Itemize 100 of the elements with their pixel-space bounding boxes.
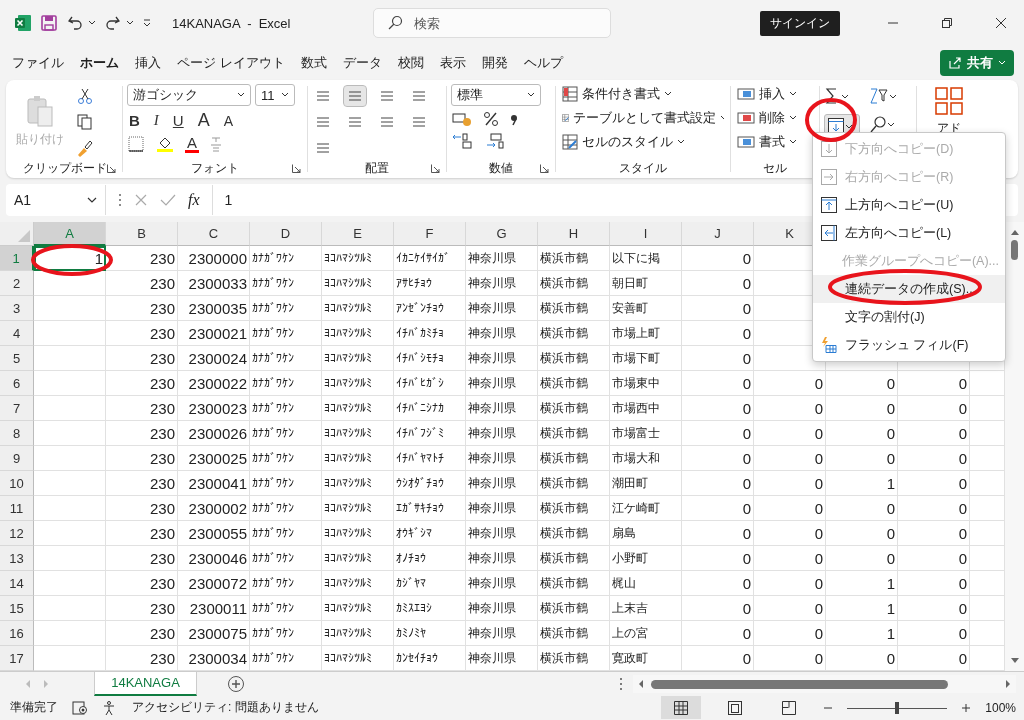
next-sheet-icon[interactable] (42, 679, 50, 689)
table-cell[interactable]: 市場上町 (610, 321, 682, 346)
share-button[interactable]: 共有 (940, 50, 1014, 76)
table-cell[interactable]: 上末吉 (610, 596, 682, 621)
table-cell[interactable] (34, 521, 106, 546)
table-cell[interactable]: 横浜市鶴 (538, 596, 610, 621)
row-header[interactable]: 7 (0, 396, 34, 421)
table-cell[interactable]: ﾖｺﾊﾏｼﾂﾙﾐ (322, 296, 394, 321)
caret-icon[interactable] (88, 20, 96, 26)
table-cell[interactable]: 230 (106, 571, 178, 596)
table-cell[interactable]: 0 (826, 446, 898, 471)
table-cell[interactable]: 横浜市鶴 (538, 621, 610, 646)
row-header[interactable]: 12 (0, 521, 34, 546)
table-cell[interactable]: ｶﾅｶﾞﾜｹﾝ (250, 546, 322, 571)
table-cell[interactable]: ｲﾁﾊﾞｶﾐﾁｮ (394, 321, 466, 346)
table-cell[interactable]: 230 (106, 421, 178, 446)
currency-icon[interactable] (451, 110, 473, 128)
table-cell[interactable]: 神奈川県 (466, 296, 538, 321)
font-name-dropdown[interactable]: 游ゴシック (127, 84, 251, 106)
save-icon[interactable] (40, 14, 58, 32)
italic-button[interactable]: I (151, 112, 161, 129)
previous-sheet-icon[interactable] (24, 679, 32, 689)
table-cell[interactable]: ｶｼﾞﾔﾏ (394, 571, 466, 596)
vertical-scrollbar[interactable] (1005, 222, 1024, 671)
table-cell[interactable] (34, 571, 106, 596)
table-cell[interactable]: ｶﾅｶﾞﾜｹﾝ (250, 321, 322, 346)
spreadsheet-logo-icon[interactable] (14, 14, 32, 32)
table-cell[interactable]: ｶﾅｶﾞﾜｹﾝ (250, 396, 322, 421)
table-cell[interactable]: 0 (754, 471, 826, 496)
table-cell[interactable] (34, 596, 106, 621)
zoom-slider[interactable] (847, 700, 948, 715)
table-cell[interactable]: 0 (682, 396, 754, 421)
row-header[interactable]: 16 (0, 621, 34, 646)
table-cell[interactable]: 0 (898, 521, 970, 546)
table-cell[interactable]: 上の宮 (610, 621, 682, 646)
column-header[interactable]: C (178, 222, 250, 246)
dialog-launcher-icon[interactable] (292, 164, 301, 173)
table-cell[interactable]: 神奈川県 (466, 271, 538, 296)
table-cell[interactable]: 安善町 (610, 296, 682, 321)
table-cell[interactable]: 扇島 (610, 521, 682, 546)
table-cell[interactable]: ﾖｺﾊﾏｼﾂﾙﾐ (322, 246, 394, 271)
column-header[interactable]: E (322, 222, 394, 246)
middle-align-icon[interactable] (344, 86, 366, 106)
table-cell[interactable] (34, 321, 106, 346)
table-cell[interactable]: 市場富士 (610, 421, 682, 446)
table-cell[interactable]: 市場下町 (610, 346, 682, 371)
table-cell[interactable]: ｶﾅｶﾞﾜｹﾝ (250, 471, 322, 496)
search-field[interactable]: 検索 (372, 8, 611, 38)
table-cell[interactable]: 横浜市鶴 (538, 421, 610, 446)
table-cell[interactable]: 0 (682, 621, 754, 646)
table-cell[interactable]: 神奈川県 (466, 396, 538, 421)
cells-menu-button[interactable]: 挿入 (735, 84, 815, 104)
table-cell[interactable]: ﾖｺﾊﾏｼﾂﾙﾐ (322, 621, 394, 646)
table-cell[interactable]: 0 (682, 496, 754, 521)
table-cell[interactable]: 2300046 (178, 546, 250, 571)
table-cell[interactable]: 230 (106, 246, 178, 271)
table-cell[interactable] (34, 296, 106, 321)
table-cell[interactable]: 横浜市鶴 (538, 546, 610, 571)
font-size-dropdown[interactable]: 11 (255, 84, 295, 106)
table-cell[interactable]: ﾖｺﾊﾏｼﾂﾙﾐ (322, 521, 394, 546)
active-cell[interactable]: 1 (34, 246, 106, 271)
add-sheet-icon[interactable] (227, 675, 245, 693)
table-cell[interactable]: 2300072 (178, 571, 250, 596)
table-cell[interactable]: 神奈川県 (466, 596, 538, 621)
caret-icon[interactable] (126, 20, 134, 26)
table-cell[interactable]: 230 (106, 271, 178, 296)
table-cell[interactable]: 神奈川県 (466, 246, 538, 271)
style-menu-button[interactable]: セルのスタイル (560, 132, 726, 152)
table-cell[interactable]: 0 (682, 596, 754, 621)
table-cell[interactable]: 朝日町 (610, 271, 682, 296)
table-cell[interactable]: ｶﾅｶﾞﾜｹﾝ (250, 346, 322, 371)
table-cell[interactable]: 0 (754, 621, 826, 646)
table-cell[interactable]: 0 (826, 521, 898, 546)
table-cell[interactable]: ﾖｺﾊﾏｼﾂﾙﾐ (322, 371, 394, 396)
table-cell[interactable]: 0 (826, 546, 898, 571)
ribbon-tab[interactable]: 校閲 (389, 48, 432, 78)
table-cell[interactable]: ｳｼｵﾀﾞﾁｮｳ (394, 471, 466, 496)
column-header[interactable]: H (538, 222, 610, 246)
table-cell[interactable]: 神奈川県 (466, 571, 538, 596)
table-cell[interactable]: 0 (898, 546, 970, 571)
table-cell[interactable]: 市場西中 (610, 396, 682, 421)
table-cell[interactable]: 0 (826, 421, 898, 446)
table-cell[interactable]: 2300026 (178, 421, 250, 446)
table-cell[interactable]: 230 (106, 596, 178, 621)
table-cell[interactable]: 0 (682, 246, 754, 271)
insert-function-button[interactable]: fx (188, 191, 200, 209)
table-cell[interactable]: 0 (754, 521, 826, 546)
row-header[interactable]: 17 (0, 646, 34, 671)
macro-record-icon[interactable] (72, 700, 88, 715)
table-cell[interactable]: 0 (898, 571, 970, 596)
table-cell[interactable]: ｲﾁﾊﾞｼﾓﾁｮ (394, 346, 466, 371)
table-cell[interactable]: 0 (682, 271, 754, 296)
normal-view-button[interactable] (661, 696, 702, 719)
table-cell[interactable]: 1 (826, 621, 898, 646)
menu-item[interactable]: 文字の割付(J) (813, 303, 1005, 331)
table-cell[interactable]: ﾖｺﾊﾏｼﾂﾙﾐ (322, 546, 394, 571)
underline-button[interactable]: U (170, 112, 186, 129)
ribbon-tab[interactable]: 数式 (292, 48, 335, 78)
table-cell[interactable]: 2300021 (178, 321, 250, 346)
table-cell[interactable]: 230 (106, 346, 178, 371)
